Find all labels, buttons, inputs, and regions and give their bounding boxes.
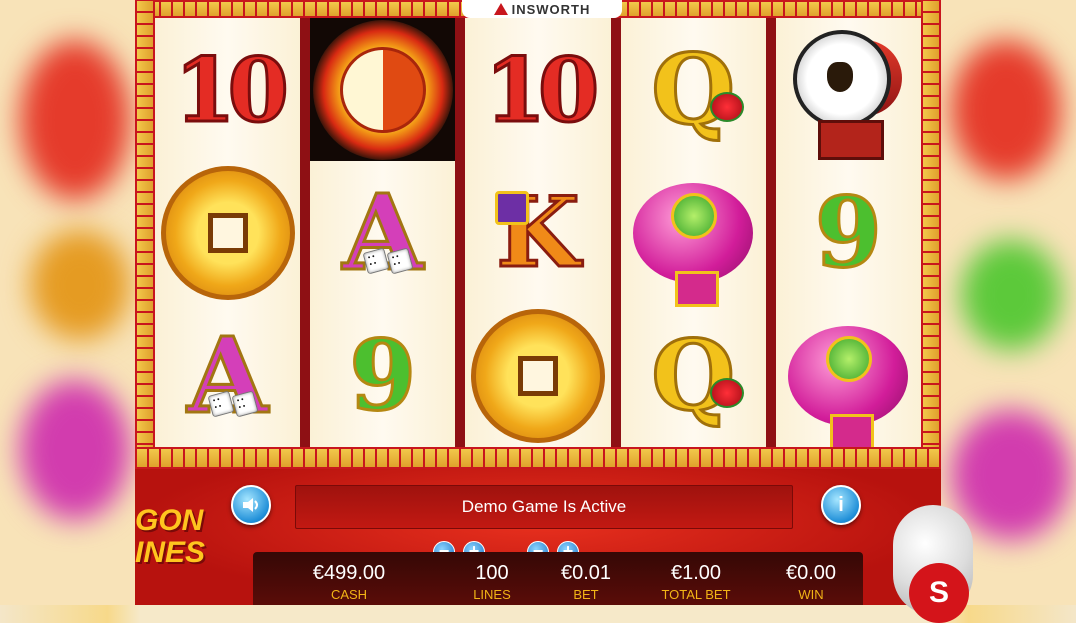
logo-triangle-icon <box>493 3 508 15</box>
symbol-nine: 9 <box>348 318 418 432</box>
right-background-blur <box>941 0 1076 605</box>
symbol-yin-yang-dragon <box>310 18 456 161</box>
coin-icon <box>471 308 605 443</box>
bet-stat: €0.01 BET <box>560 562 612 602</box>
ainsworth-logo: INSWORTH <box>462 0 622 18</box>
symbol-ace: A <box>310 161 455 304</box>
speaker-icon <box>243 498 258 512</box>
symbol-ten: 10 <box>173 37 291 142</box>
spin-button[interactable]: S <box>893 505 973 623</box>
stats-panel: €499.00 CASH 100 LINES €0.01 BET €1.00 T… <box>253 552 863 605</box>
frame-left <box>135 0 155 469</box>
left-background-blur <box>0 0 135 605</box>
rose-icon <box>709 92 744 123</box>
win-stat: €0.00 WIN <box>785 562 837 602</box>
symbol-king: K <box>495 175 581 289</box>
symbol-ten: 10 <box>483 37 601 142</box>
symbol-nine: 9 <box>814 175 884 289</box>
symbol-drum <box>776 18 921 161</box>
game-brand-logo: GON INES <box>135 505 206 569</box>
info-button[interactable]: i <box>821 485 861 525</box>
symbol-gold-coin <box>465 304 610 447</box>
reel-3: 10 K <box>465 18 621 447</box>
lines-stat: 100 LINES <box>473 562 511 602</box>
slot-game: INSWORTH 10 A A 9 10 K Q Q <box>135 0 973 623</box>
symbol-lantern <box>776 304 921 450</box>
symbol-lantern <box>621 161 766 307</box>
dice-icon <box>207 390 259 418</box>
drum-icon <box>788 29 908 160</box>
lantern-icon <box>633 182 754 307</box>
lantern-icon <box>788 325 909 450</box>
spin-label: S <box>909 563 969 623</box>
demo-message: Demo Game Is Active <box>461 497 627 516</box>
symbol-queen: Q <box>621 304 766 447</box>
total-bet-stat: €1.00 TOTAL BET <box>661 562 731 602</box>
yin-yang-icon <box>312 19 453 160</box>
crown-icon <box>495 191 530 225</box>
message-bar: Demo Game Is Active <box>295 485 793 529</box>
symbol-queen: Q <box>621 18 766 161</box>
info-icon: i <box>838 493 844 516</box>
frame-bottom <box>135 447 941 469</box>
frame-right <box>921 0 941 469</box>
reel-2: A 9 <box>310 18 466 447</box>
reels-area: 10 A A 9 10 K Q Q <box>155 18 922 450</box>
dice-icon <box>362 247 414 275</box>
cash-stat: €499.00 CASH <box>312 562 386 602</box>
logo-text: INSWORTH <box>511 1 591 17</box>
reel-1: 10 A <box>155 18 311 447</box>
control-panel: Demo Game Is Active i GON INES − + − + €… <box>135 469 973 623</box>
coin-icon <box>160 165 295 300</box>
sound-button[interactable] <box>231 485 271 525</box>
symbol-ace: A <box>155 304 300 447</box>
symbol-gold-coin <box>155 161 300 304</box>
reel-5: 9 <box>775 18 922 450</box>
reel-4: Q Q <box>620 18 776 447</box>
rose-icon <box>709 378 744 409</box>
